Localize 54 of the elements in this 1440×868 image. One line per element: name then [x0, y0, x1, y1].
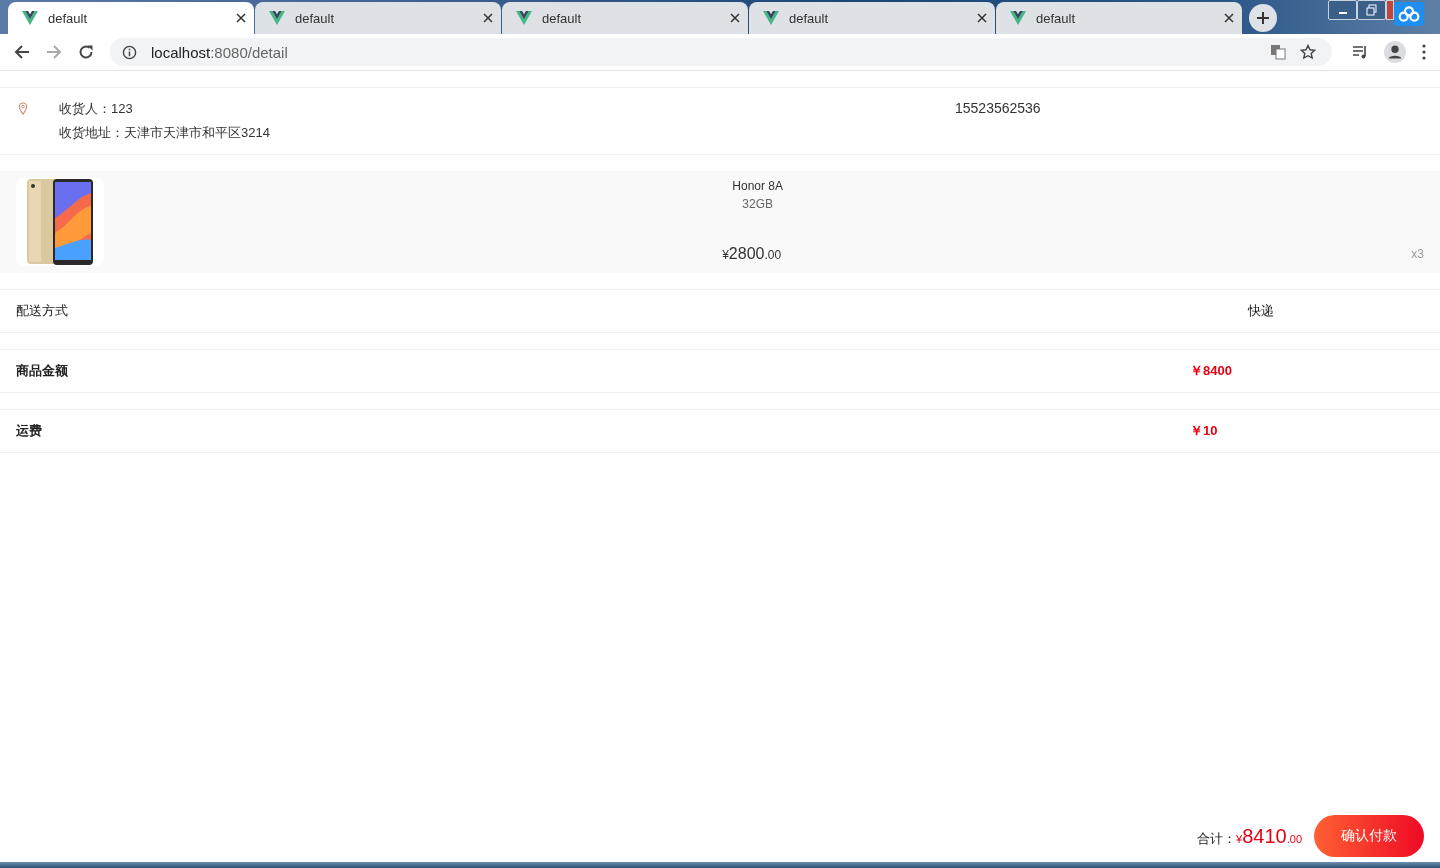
profile-icon[interactable] — [1384, 41, 1406, 63]
browser-tab[interactable]: default — [502, 2, 748, 34]
star-icon[interactable] — [1300, 44, 1316, 60]
close-icon[interactable] — [483, 13, 493, 23]
tab-title: default — [542, 10, 583, 26]
summary-label: 运费 — [16, 422, 43, 440]
v-logo-icon — [1010, 11, 1026, 25]
browser-tab[interactable]: default — [255, 2, 501, 34]
summary-amount: ￥8400 — [1190, 362, 1232, 380]
summary-label: 商品金额 — [16, 362, 69, 380]
new-tab-button[interactable] — [1249, 4, 1277, 32]
reload-icon[interactable] — [78, 44, 94, 60]
recipient-text: 收货人：123 — [59, 100, 134, 118]
address-bar[interactable]: localhost:8080/detail — [110, 38, 1332, 66]
close-icon[interactable] — [236, 13, 246, 23]
plus-icon — [1256, 11, 1270, 25]
phone-number: 15523562536 — [955, 100, 1041, 118]
minimize-icon — [1338, 12, 1347, 14]
delivery-label: 配送方式 — [16, 302, 69, 320]
product-price: ¥2800.00 — [722, 245, 782, 263]
browser-tab[interactable]: default — [8, 2, 254, 34]
minimize-button[interactable] — [1328, 0, 1357, 20]
url-text: localhost:8080/detail — [151, 43, 288, 61]
back-icon[interactable] — [14, 44, 30, 60]
media-icon[interactable] — [1352, 44, 1368, 60]
v-logo-icon — [516, 11, 532, 25]
product-spec: 32GB — [742, 197, 773, 211]
restore-icon — [1365, 4, 1378, 16]
tab-title: default — [48, 10, 89, 26]
browser-tab[interactable]: default — [996, 2, 1242, 34]
tab-title: default — [1036, 10, 1077, 26]
address-text: 收货地址：天津市天津市和平区3214 — [59, 124, 271, 142]
location-pin-icon — [18, 102, 28, 115]
close-icon[interactable] — [730, 13, 740, 23]
menu-icon[interactable] — [1422, 44, 1426, 60]
cloud-icon[interactable] — [1394, 2, 1424, 26]
v-logo-icon — [22, 11, 38, 25]
translate-icon[interactable] — [1270, 44, 1286, 60]
delivery-value: 快递 — [1248, 302, 1274, 320]
browser-tab[interactable]: default — [749, 2, 995, 34]
v-logo-icon — [269, 11, 285, 25]
restore-button[interactable] — [1357, 0, 1386, 20]
summary-amount: ￥10 — [1190, 422, 1218, 440]
v-logo-icon — [763, 11, 779, 25]
info-icon — [122, 44, 137, 60]
pay-button[interactable]: 确认付款 — [1314, 815, 1424, 857]
close-window-button[interactable] — [1386, 0, 1394, 20]
product-name: Honor 8A — [732, 179, 783, 193]
close-icon[interactable] — [1224, 13, 1234, 23]
total-price: 合计：¥8410.00 — [1197, 824, 1302, 848]
close-icon[interactable] — [977, 13, 987, 23]
tab-title: default — [789, 10, 830, 26]
tab-title: default — [295, 10, 336, 26]
quantity-text: x3 — [1411, 247, 1424, 261]
